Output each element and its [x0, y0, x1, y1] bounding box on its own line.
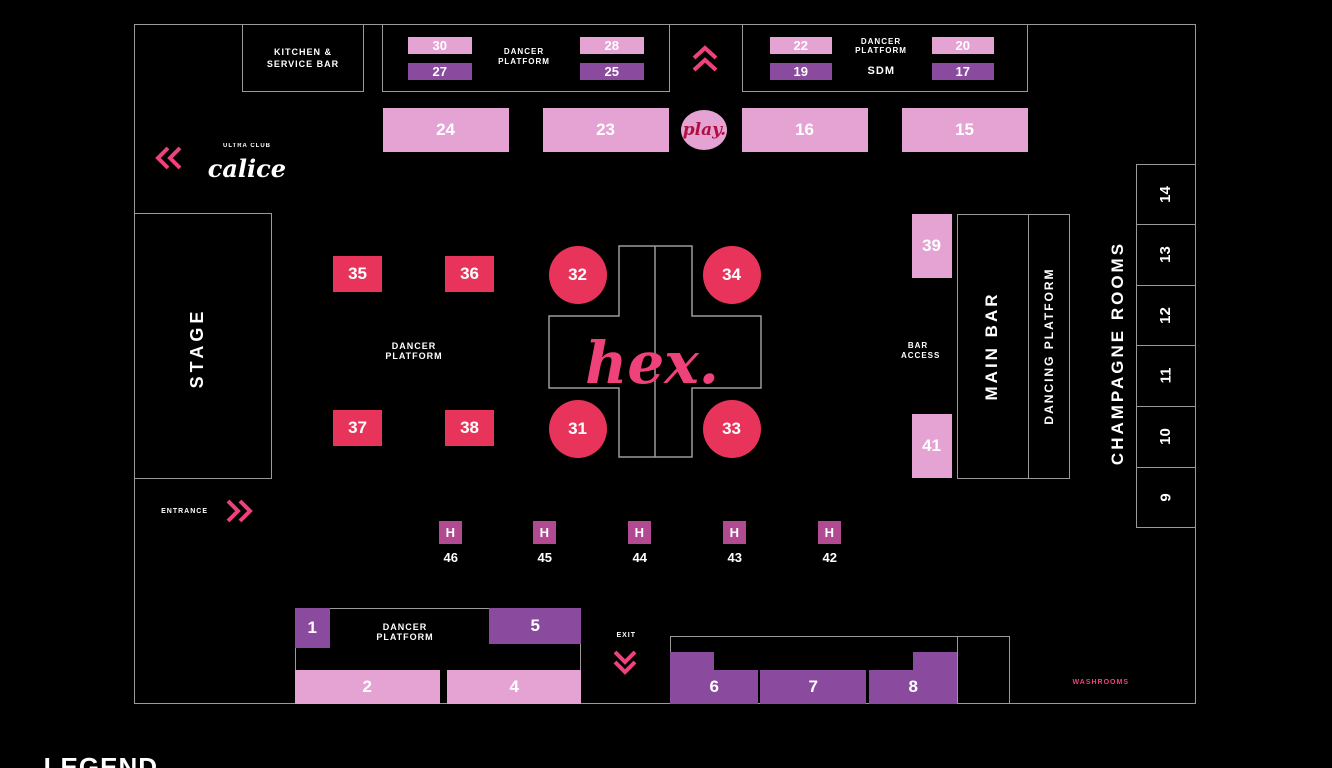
- kitchen-service-bar-label: KITCHEN & SERVICE BAR: [266, 47, 340, 69]
- entrance-arrow-icon: [216, 496, 256, 526]
- high-top-42[interactable]: H: [818, 521, 841, 544]
- high-top-43[interactable]: H: [723, 521, 746, 544]
- table-1[interactable]: 1: [295, 608, 330, 648]
- table-19[interactable]: 19: [770, 63, 832, 80]
- chevron-double-icon: [613, 650, 637, 675]
- table-35[interactable]: 35: [333, 256, 382, 292]
- table-6[interactable]: 6: [670, 670, 758, 704]
- chevron-double-icon: [692, 45, 718, 72]
- chevron-double-icon: [155, 146, 182, 170]
- table-2[interactable]: 2: [295, 670, 440, 704]
- dancer-platform-label-bottom-right: DANCER PLATFORM: [498, 47, 550, 66]
- table-34[interactable]: 34: [703, 246, 761, 304]
- champagne-room-9[interactable]: 9: [1136, 467, 1196, 528]
- hex-logo: hex.: [585, 329, 719, 397]
- champagne-room-12[interactable]: 12: [1136, 285, 1196, 346]
- legend-title: LEGEND: [44, 754, 158, 768]
- table-15[interactable]: 15: [902, 108, 1028, 152]
- table-24[interactable]: 24: [383, 108, 509, 152]
- high-top-46[interactable]: H: [439, 521, 462, 544]
- venue-logo: calice ULTRA CLUB: [207, 143, 287, 184]
- table-28[interactable]: 28: [580, 37, 644, 54]
- table-25[interactable]: 25: [580, 63, 644, 80]
- stage-label: STAGE: [186, 307, 207, 389]
- high-top-44-number: 44: [632, 550, 648, 565]
- table-39[interactable]: 39: [912, 214, 952, 278]
- table-20[interactable]: 20: [932, 37, 994, 54]
- main-bar-label: MAIN BAR: [982, 291, 1001, 401]
- dancing-platform-label: DANCING PLATFORM: [1042, 267, 1056, 425]
- high-top-46-number: 46: [443, 550, 459, 565]
- table-23[interactable]: 23: [543, 108, 669, 152]
- bar-access-label: BAR ACCESS: [901, 341, 941, 360]
- table-22[interactable]: 22: [770, 37, 832, 54]
- dancer-platform-label-center: DANCER PLATFORM: [385, 341, 443, 361]
- table-31[interactable]: 31: [549, 400, 607, 458]
- table-33[interactable]: 33: [703, 400, 761, 458]
- champagne-room-14[interactable]: 14: [1136, 164, 1196, 225]
- table-30[interactable]: 30: [408, 37, 472, 54]
- table-36[interactable]: 36: [445, 256, 494, 292]
- high-top-44[interactable]: H: [628, 521, 651, 544]
- champagne-room-13[interactable]: 13: [1136, 224, 1196, 286]
- table-32[interactable]: 32: [549, 246, 607, 304]
- table-41[interactable]: 41: [912, 414, 952, 478]
- table-7[interactable]: 7: [760, 670, 866, 704]
- table-5[interactable]: 5: [489, 608, 581, 644]
- high-top-43-number: 43: [727, 550, 743, 565]
- high-top-45[interactable]: H: [533, 521, 556, 544]
- exit-arrow-icon: [608, 648, 642, 686]
- exit-label: EXIT: [616, 632, 636, 640]
- champagne-rooms-label: CHAMPAGNE ROOMS: [1108, 240, 1127, 466]
- high-top-45-number: 45: [537, 550, 553, 565]
- table-27[interactable]: 27: [408, 63, 472, 80]
- table-38[interactable]: 38: [445, 410, 494, 446]
- table-16[interactable]: 16: [742, 108, 868, 152]
- table-4[interactable]: 4: [447, 670, 581, 704]
- chevron-double-icon: [226, 499, 253, 523]
- champagne-room-11[interactable]: 11: [1136, 345, 1196, 407]
- entrance-label: ENTRANCE: [161, 508, 209, 516]
- washrooms-label: WASHROOMS: [1072, 679, 1130, 687]
- down-arrow-icon: [686, 38, 724, 76]
- sdm-label: SDM: [867, 65, 895, 78]
- table-37[interactable]: 37: [333, 410, 382, 446]
- floor-plan: LEGEND WASHROOMS 8 7 6 EXIT 4 2 5 DANCER…: [0, 0, 1332, 768]
- champagne-room-10[interactable]: 10: [1136, 406, 1196, 468]
- table-17[interactable]: 17: [932, 63, 994, 80]
- dancer-platform-label-top: DANCER PLATFORM: [376, 622, 434, 642]
- play-logo: play.: [676, 108, 732, 152]
- table-8[interactable]: 8: [869, 670, 957, 704]
- high-top-42-number: 42: [822, 550, 838, 565]
- dancer-platform-label-bottom-left: DANCER PLATFORM: [855, 37, 907, 55]
- exit-arrow-icon-right: [152, 143, 192, 173]
